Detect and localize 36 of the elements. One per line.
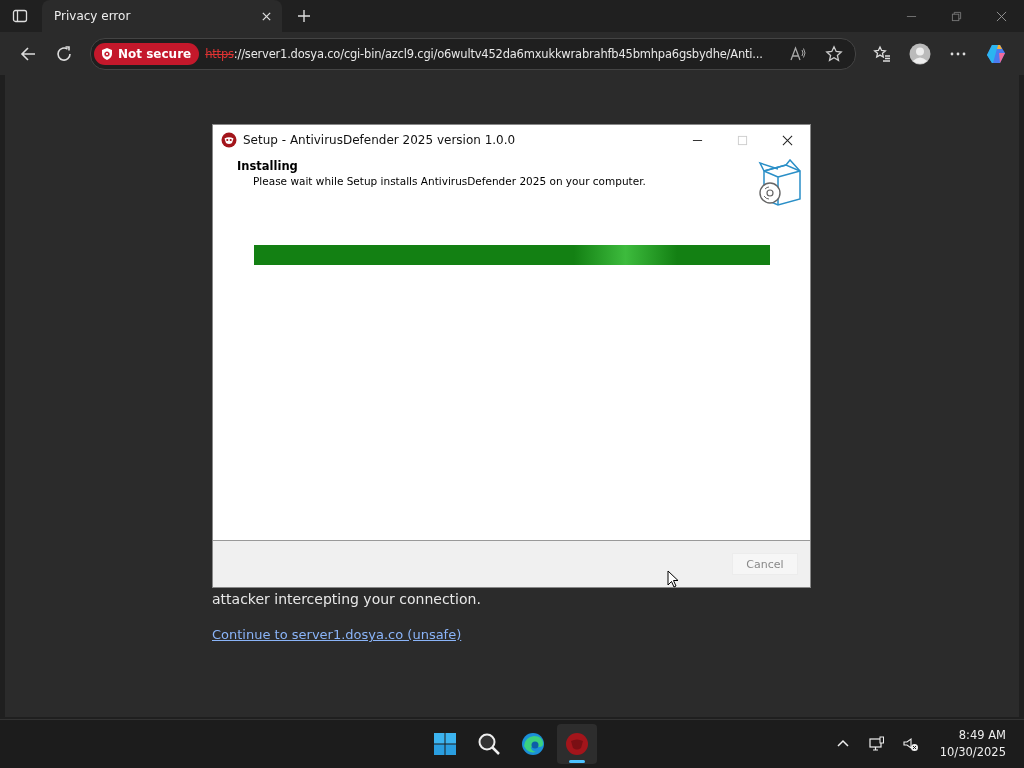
browser-tab[interactable]: Privacy error — [42, 0, 282, 32]
step-description: Please wait while Setup installs AntivirusDefender 2025 on your computer. — [252, 175, 646, 187]
app-logo-icon — [565, 732, 589, 756]
tab-actions-icon[interactable] — [12, 8, 28, 24]
dialog-title: Setup - AntivirusDefender 2025 version 1.0.0 — [243, 133, 516, 147]
step-heading: Installing — [237, 159, 299, 173]
maximize-icon — [737, 134, 748, 146]
shield-icon — [100, 46, 114, 61]
taskbar-app[interactable] — [557, 724, 597, 764]
browser-icon — [521, 732, 545, 756]
restore-icon[interactable] — [951, 10, 962, 22]
continue-link[interactable]: Continue to server1.dosya.co (unsafe) — [212, 627, 462, 642]
software-box-icon — [756, 159, 804, 207]
close-icon[interactable] — [782, 134, 793, 146]
windows-logo-icon — [433, 732, 457, 756]
favorites-icon[interactable] — [873, 44, 891, 63]
clock-time: 8:49 AM — [958, 727, 1006, 744]
warning-text: attacker intercepting your connection. — [212, 591, 482, 607]
clock-date: 10/30/2025 — [939, 744, 1006, 761]
search-icon — [477, 732, 501, 756]
not-secure-badge[interactable]: Not secure — [94, 42, 200, 65]
clock[interactable]: 8:49 AM 10/30/2025 — [939, 727, 1006, 761]
copilot-icon[interactable] — [985, 42, 1007, 65]
network-icon[interactable] — [868, 736, 885, 752]
not-secure-label: Not secure — [118, 46, 192, 61]
profile-icon[interactable] — [909, 42, 931, 65]
volume-muted-icon[interactable] — [902, 736, 919, 752]
back-icon[interactable] — [19, 44, 37, 63]
app-logo-icon — [221, 132, 237, 148]
new-tab-icon[interactable] — [296, 8, 312, 24]
star-icon[interactable] — [825, 44, 843, 63]
url-text: https://server1.dosya.co/cgi-bin/azcl9.cgi/o6wultv452da6mxukkwrabrahfb45bmhpa6gsbydhe/Anti... — [205, 45, 763, 62]
read-aloud-icon[interactable] — [789, 44, 807, 63]
refresh-icon[interactable] — [55, 44, 73, 63]
tab-title: Privacy error — [54, 9, 132, 23]
address-bar[interactable]: Not secure https://server1.dosya.co/cgi-bin/azcl9.cgi/o6wultv452da6mxukkwrabrahfb45bmhpa6gsbydhe/Anti... — [90, 37, 856, 70]
